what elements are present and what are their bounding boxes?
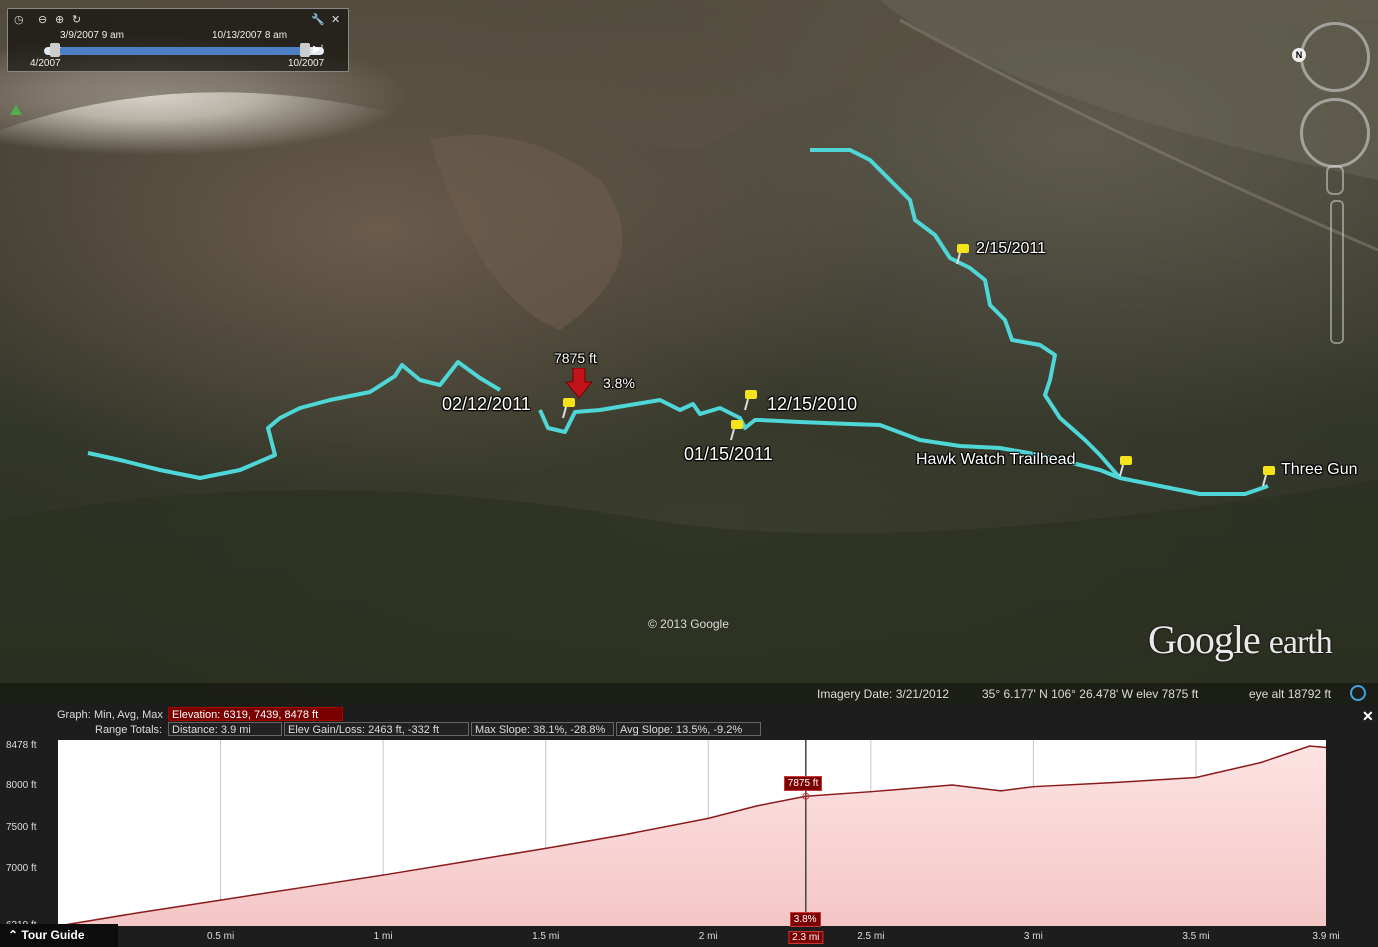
pushpin-icon[interactable]: [1260, 464, 1278, 488]
copyright-text: © 2013 Google: [648, 617, 729, 631]
y-tick-label: 8478 ft: [6, 740, 37, 751]
street-view-icon[interactable]: [1326, 165, 1344, 195]
elevation-point: [1260, 761, 1262, 764]
elevation-point: [463, 860, 466, 863]
pushpin-icon[interactable]: [1117, 454, 1135, 478]
time-end-label: 10/13/2007 8 am: [212, 30, 288, 41]
time-start-label: 3/9/2007 9 am: [60, 30, 124, 41]
elevation-point: [138, 911, 141, 914]
x-tick-label: 3 mi: [1023, 931, 1043, 942]
trail-path-west: [87, 360, 502, 480]
placemark-label[interactable]: Three Gun: [1281, 461, 1357, 479]
eye-altitude: eye alt 18792 ft: [1249, 687, 1332, 701]
clock-icon[interactable]: ◷: [14, 13, 24, 26]
placemark-label[interactable]: 12/15/2010: [767, 394, 857, 415]
time-start-handle[interactable]: [50, 43, 60, 57]
x-tick-label: 2.3 mi: [788, 931, 824, 944]
pushpin-icon[interactable]: [742, 388, 760, 412]
x-tick-label: 1 mi: [373, 931, 393, 942]
placemark-label[interactable]: 01/15/2011: [684, 444, 773, 465]
elevation-chart[interactable]: [57, 740, 1327, 927]
zoom-out-icon[interactable]: ⊖: [38, 13, 47, 26]
sun-marker-icon[interactable]: [10, 105, 22, 115]
elevation-chart-svg[interactable]: [57, 740, 1327, 927]
cursor-arrow-icon: [565, 368, 593, 399]
chart-cursor-slope: 3.8%: [789, 912, 821, 927]
elevation-point: [1032, 785, 1035, 788]
elevation-point: [301, 886, 303, 889]
y-tick-label: 7500 ft: [6, 821, 37, 833]
cursor-slope-label: 3.8%: [603, 375, 635, 391]
avg-slope[interactable]: Avg Slope: 13.5%, -9.2%: [616, 722, 761, 736]
chart-cursor-elevation: 7875 ft: [783, 776, 823, 792]
chevron-up-icon: ⌃: [8, 928, 22, 942]
range-end-label: 10/2007: [288, 58, 325, 69]
elevation-point: [382, 874, 384, 876]
graph-label: Graph:: [57, 709, 91, 721]
zoom-slider[interactable]: [1330, 200, 1344, 344]
range-totals-label: Range Totals:: [95, 724, 163, 736]
close-icon[interactable]: ✕: [331, 13, 340, 26]
pushpin-icon[interactable]: [728, 418, 746, 442]
elevation-point: [1308, 745, 1311, 747]
google-earth-logo: Google earth: [1148, 617, 1333, 662]
x-tick-label: 1.5 mi: [532, 931, 560, 942]
wrench-icon[interactable]: 🔧: [311, 13, 325, 26]
trail-path-north: [810, 148, 1122, 480]
elevation-point: [756, 805, 758, 807]
elevation-point: [1195, 776, 1197, 779]
zoom-in-icon[interactable]: ⊕: [55, 13, 64, 26]
north-up-icon[interactable]: N: [1292, 48, 1306, 62]
elevation-point: [870, 790, 872, 793]
elevation-summary[interactable]: Elevation: 6319, 7439, 8478 ft: [168, 707, 343, 721]
x-tick-label: 0.5 mi: [206, 931, 235, 942]
range-start-label: 4/2007: [30, 58, 61, 69]
trail-path-main: [538, 398, 1269, 496]
pushpin-icon[interactable]: [954, 242, 972, 266]
elevation-area: [58, 746, 1326, 926]
cursor-elevation-label: 7875 ft: [554, 350, 597, 366]
coordinates-readout: 35° 6.177' N 106° 26.478' W elev 7875 ft: [982, 687, 1199, 701]
placemark-label[interactable]: 02/12/2011: [442, 394, 531, 415]
graph-mode: Min, Avg, Max: [94, 709, 163, 721]
play-icon[interactable]: ▶|: [313, 44, 323, 55]
streaming-indicator-icon: [1350, 685, 1366, 701]
time-slider[interactable]: ◷ ⊖ ⊕ ↻ 🔧 ✕ 3/9/2007 9 am 10/13/2007 8 a…: [7, 8, 349, 72]
elevation-point: [707, 817, 710, 820]
tour-guide-button[interactable]: ⌃ Tour Guide: [0, 924, 118, 947]
terrain-shading: [0, 0, 1378, 705]
max-slope[interactable]: Max Slope: 38.1%, -28.8%: [471, 722, 614, 736]
elevation-point: [1113, 781, 1116, 784]
elevation-point: [626, 833, 628, 836]
distance-total[interactable]: Distance: 3.9 mi: [168, 722, 282, 736]
elevation-point: [1000, 790, 1002, 792]
time-end-handle[interactable]: [300, 43, 310, 57]
elevation-point: [544, 847, 547, 850]
x-tick-label: 2 mi: [698, 931, 718, 942]
y-tick-label: 8000 ft: [6, 779, 37, 791]
close-profile-icon[interactable]: ✕: [1362, 708, 1374, 725]
move-joystick[interactable]: [1300, 98, 1370, 168]
map-view[interactable]: ◷ ⊖ ⊕ ↻ 🔧 ✕ 3/9/2007 9 am 10/13/2007 8 a…: [0, 0, 1378, 705]
time-range-fill: [60, 47, 310, 55]
elevation-point: [219, 899, 222, 901]
look-joystick[interactable]: [1300, 22, 1370, 92]
elev-gain-loss[interactable]: Elev Gain/Loss: 2463 ft, -332 ft: [284, 722, 469, 736]
placemark-label[interactable]: Hawk Watch Trailhead: [916, 451, 1075, 469]
elevation-point: [951, 784, 953, 786]
placemark-label[interactable]: 2/15/2011: [976, 240, 1046, 258]
imagery-date: Imagery Date: 3/21/2012: [817, 687, 950, 701]
replay-icon[interactable]: ↻: [72, 13, 81, 26]
y-tick-label: 7000 ft: [6, 863, 37, 875]
x-tick-label: 2.5 mi: [857, 931, 885, 942]
x-tick-label: 3.9 mi: [1312, 931, 1340, 942]
x-tick-label: 3.5 mi: [1182, 931, 1210, 942]
